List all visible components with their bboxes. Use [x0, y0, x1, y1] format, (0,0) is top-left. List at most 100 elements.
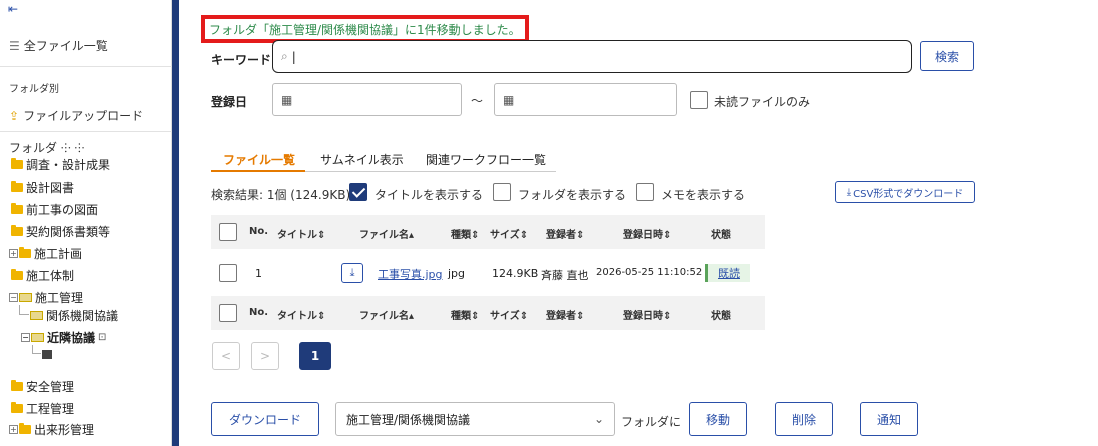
col-no[interactable]: No.	[249, 307, 268, 318]
keyword-input[interactable]: ⌕ |	[272, 40, 912, 73]
col-datetime[interactable]: 登録日時⇕	[623, 226, 671, 241]
col-filename[interactable]: ファイル名▴	[359, 307, 414, 322]
date-to-input[interactable]: ▦	[494, 83, 677, 116]
tree-item-schedule[interactable]: 工程管理	[11, 400, 74, 416]
download-icon: ⤓	[349, 266, 355, 279]
tree-item-label: 調査・設計成果	[26, 157, 111, 172]
col-title[interactable]: タイトル⇕	[277, 226, 325, 241]
date-from-input[interactable]: ▦	[272, 83, 462, 116]
tree-item-safety[interactable]: 安全管理	[11, 378, 74, 394]
select-all-checkbox[interactable]	[219, 304, 237, 322]
col-user[interactable]: 登録者⇕	[546, 307, 584, 322]
select-all-checkbox[interactable]	[219, 223, 237, 241]
col-status: 状態	[711, 230, 731, 241]
text-cursor: |	[291, 49, 296, 64]
tree-item-neighbor-consultation[interactable]: − 近隣協議 ⊡	[21, 329, 106, 345]
col-filename[interactable]: ファイル名▴	[359, 226, 414, 241]
tree-item-construction-plan[interactable]: + 施工計画	[9, 245, 82, 261]
row-checkbox[interactable]	[219, 264, 237, 282]
table-header-row: No. タイトル⇕ ファイル名▴ 種類⇕ サイズ⇕ 登録者⇕ 登録日時⇕ 状態	[211, 215, 765, 249]
row-filename-link[interactable]: 工事写真.jpg	[378, 266, 443, 282]
tab-thumbnail[interactable]: サムネイル表示	[320, 151, 404, 168]
sidebar-resize-bar[interactable]	[172, 0, 179, 446]
show-memo-label: メモを表示する	[661, 188, 746, 202]
col-size-label: サイズ	[490, 230, 520, 241]
download-icon: ⤓	[846, 186, 852, 198]
move-button[interactable]: 移動	[689, 402, 747, 436]
col-datetime[interactable]: 登録日時⇕	[623, 307, 671, 322]
tree-item-design[interactable]: 設計図書	[11, 179, 74, 195]
csv-download-button[interactable]: ⤓ CSV形式でダウンロード	[835, 181, 975, 203]
tree-item-construction-system[interactable]: 施工体制	[11, 267, 74, 283]
tree-item-previous-drawings[interactable]: 前工事の図面	[11, 201, 98, 217]
show-title-checkbox[interactable]	[349, 183, 367, 201]
collapse-sidebar-icon[interactable]: ⇤	[8, 2, 18, 16]
tab-related-workflow[interactable]: 関連ワークフロー一覧	[426, 151, 546, 168]
expand-icon[interactable]: +	[9, 424, 18, 434]
expand-icon[interactable]: +	[9, 248, 18, 258]
tree-item-agency-consultation[interactable]: 関係機関協議	[30, 307, 118, 323]
delete-button[interactable]: 削除	[775, 402, 833, 436]
tree-item-label: 前工事の図面	[26, 202, 99, 217]
row-no: 1	[255, 267, 262, 280]
row-type: jpg	[448, 267, 466, 280]
move-suffix-label: フォルダに	[621, 415, 682, 429]
col-filename-label: ファイル名	[359, 230, 409, 241]
col-user-label: 登録者	[546, 311, 576, 322]
show-memo-checkbox[interactable]	[636, 183, 654, 201]
col-size[interactable]: サイズ⇕	[490, 307, 528, 322]
upload-link[interactable]: ⇪ ファイルアップロード	[9, 107, 143, 124]
col-title-label: タイトル	[277, 311, 317, 322]
add-folder-button[interactable]	[42, 346, 54, 362]
row-user: 斉藤 直也	[541, 269, 589, 282]
tree-item-label: 施工管理	[35, 290, 84, 305]
col-no[interactable]: No.	[249, 226, 268, 237]
show-folder-label: フォルダを表示する	[518, 188, 627, 202]
folder-icon	[11, 268, 23, 280]
folder-icon	[11, 202, 23, 214]
sort-icon: ⇕	[519, 230, 529, 241]
tree-item-label: 契約関係書類等	[26, 224, 111, 239]
sidebar-divider	[0, 66, 172, 67]
tab-file-list[interactable]: ファイル一覧	[223, 151, 295, 168]
show-folder-checkbox[interactable]	[493, 183, 511, 201]
sort-icon: ⇕	[576, 311, 585, 322]
tree-item-as-built[interactable]: + 出来形管理	[9, 421, 94, 437]
page-1-button[interactable]: 1	[299, 342, 331, 370]
move-target-select[interactable]: 施工管理/関係機関協議 ⌄	[335, 402, 615, 436]
notify-button[interactable]: 通知	[860, 402, 918, 436]
keyword-label: キーワード	[211, 53, 272, 67]
col-type[interactable]: 種類⇕	[451, 226, 479, 241]
calendar-icon: ▦	[503, 92, 515, 107]
move-target-value: 施工管理/関係機関協議	[346, 412, 471, 427]
col-datetime-label: 登録日時	[623, 311, 663, 322]
all-files-link[interactable]: ☰ 全ファイル一覧	[9, 37, 108, 54]
folder-settings-icon[interactable]: ⊡	[98, 332, 106, 343]
collapse-icon[interactable]: −	[21, 332, 30, 342]
search-button[interactable]: 検索	[920, 41, 974, 71]
tree-item-label: 工程管理	[26, 401, 75, 416]
folder-icon	[11, 157, 23, 169]
tree-item-construction-management[interactable]: − 施工管理	[9, 289, 83, 305]
row-status-badge[interactable]: 既読	[705, 264, 750, 282]
by-folder-label: フォルダ別	[9, 84, 59, 95]
col-user[interactable]: 登録者⇕	[546, 226, 584, 241]
tree-item-contracts[interactable]: 契約関係書類等	[11, 223, 110, 239]
download-button[interactable]: ダウンロード	[211, 402, 319, 436]
prev-page-button[interactable]: <	[212, 342, 240, 370]
row-download-button[interactable]: ⤓	[341, 263, 363, 283]
list-icon: ☰	[9, 38, 20, 53]
tree-item-label: 施工計画	[34, 246, 83, 261]
collapse-icon[interactable]: −	[9, 292, 18, 302]
row-size: 124.9KB	[492, 267, 539, 280]
col-size[interactable]: サイズ⇕	[490, 226, 528, 241]
folder-icon	[19, 246, 31, 258]
unread-only-checkbox[interactable]	[690, 91, 708, 109]
table-row[interactable]: 1 ⤓ 工事写真.jpg jpg 124.9KB 斉藤 直也 2026-05-2…	[211, 254, 765, 292]
next-page-button[interactable]: >	[251, 342, 279, 370]
all-files-label: 全ファイル一覧	[23, 39, 108, 53]
row-datetime: 2026-05-25 11:10:52	[596, 267, 703, 278]
col-type[interactable]: 種類⇕	[451, 307, 479, 322]
col-title[interactable]: タイトル⇕	[277, 307, 325, 322]
tree-item-survey[interactable]: 調査・設計成果	[11, 156, 110, 172]
